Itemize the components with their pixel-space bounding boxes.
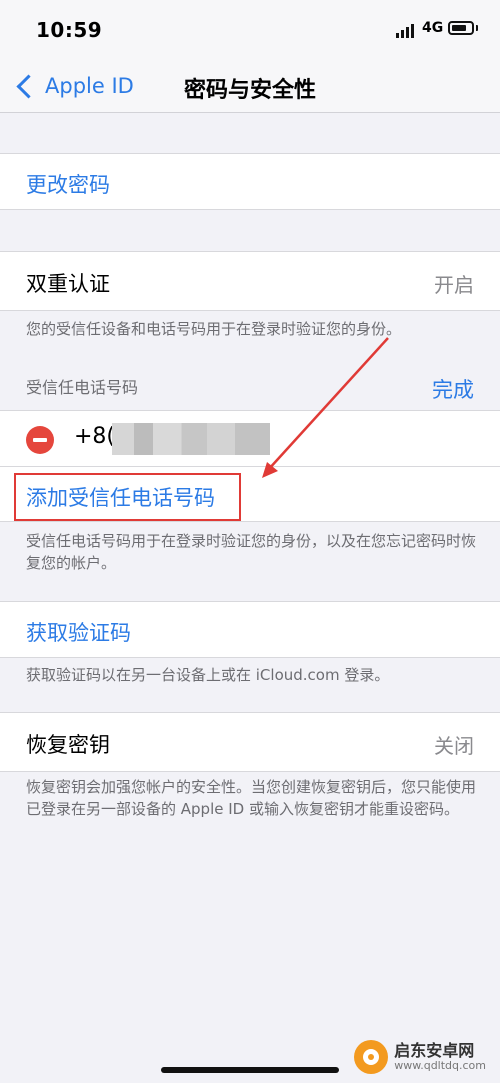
watermark-name: 启东安卓网 <box>394 1041 475 1060</box>
watermark-url: www.qdltdq.com <box>394 1059 486 1072</box>
recovery-key-status: 关闭 <box>434 734 474 758</box>
recovery-key-label: 恢复密钥 <box>26 733 110 757</box>
recovery-key-footer: 恢复密钥会加强您帐户的安全性。当您创建恢复密钥后，您只能使用已登录在另一部设备的… <box>26 778 477 818</box>
verification-code-row[interactable]: 获取验证码 <box>0 601 500 658</box>
home-indicator <box>161 1067 339 1073</box>
get-verification-code-link[interactable]: 获取验证码 <box>26 617 131 647</box>
watermark-logo-icon <box>354 1040 389 1074</box>
verification-footer: 获取验证码以在另一台设备上或在 iCloud.com 登录。 <box>26 666 390 684</box>
annotation-arrow <box>262 337 389 478</box>
recovery-key-row[interactable]: 恢复密钥 关闭 <box>0 712 500 772</box>
arrow-shaft <box>267 337 389 471</box>
arrow-head <box>262 462 278 478</box>
site-watermark: 启东安卓网 www.qdltdq.com <box>354 1040 486 1074</box>
